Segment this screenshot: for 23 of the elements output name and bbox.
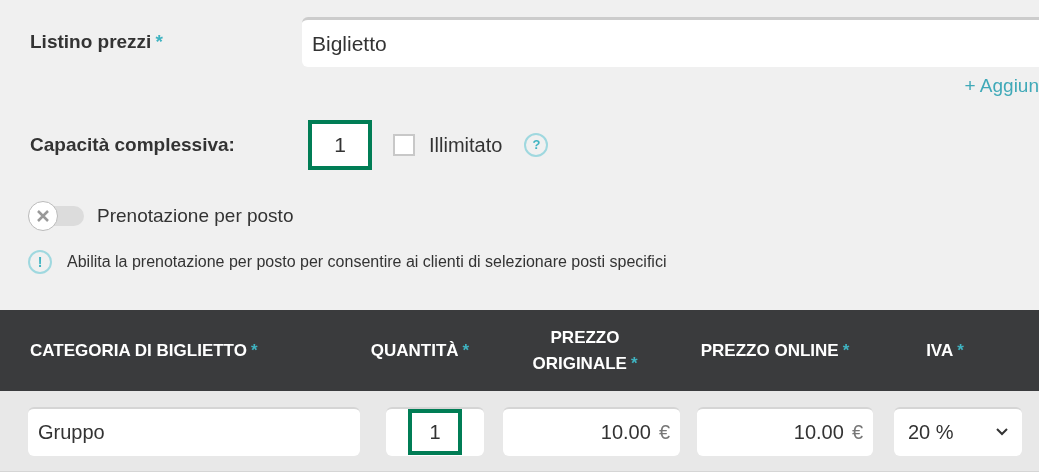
toggle-label: Prenotazione per posto [97, 203, 294, 228]
required-mark: * [155, 29, 163, 54]
online-price-field[interactable]: 10.00 € [697, 406, 873, 456]
chevron-down-icon [996, 428, 1008, 436]
unlimited-checkbox[interactable] [393, 134, 415, 156]
checkbox-label: Illimitato [429, 133, 503, 158]
column-header: CATEGORIA DI BIGLIETTO * [30, 339, 258, 362]
original-price-field[interactable]: 10.00 € [503, 406, 680, 456]
field-label: Capacità complessiva: [30, 133, 235, 155]
column-header: PREZZO ONLINE * [700, 339, 850, 362]
column-header: PREZZO ORIGINALE * [531, 327, 639, 375]
quantity-field[interactable]: 1 [408, 409, 462, 455]
hint-text: Abilita la prenotazione per posto per consentire ai clienti di selezionare posti specifici [67, 252, 667, 272]
field-label: Listino prezzi [30, 29, 152, 54]
column-header: IVA * [926, 339, 964, 362]
capacity-field[interactable]: 1 [308, 120, 372, 170]
close-icon [37, 210, 49, 222]
info-icon: ! [28, 250, 52, 274]
price-list-field[interactable]: Biglietto [302, 17, 1039, 67]
column-header: QUANTITÀ * [370, 339, 470, 362]
category-field[interactable]: Gruppo [28, 406, 360, 456]
toggle-switch[interactable] [28, 201, 84, 231]
vat-select[interactable]: 20 % [894, 406, 1022, 456]
